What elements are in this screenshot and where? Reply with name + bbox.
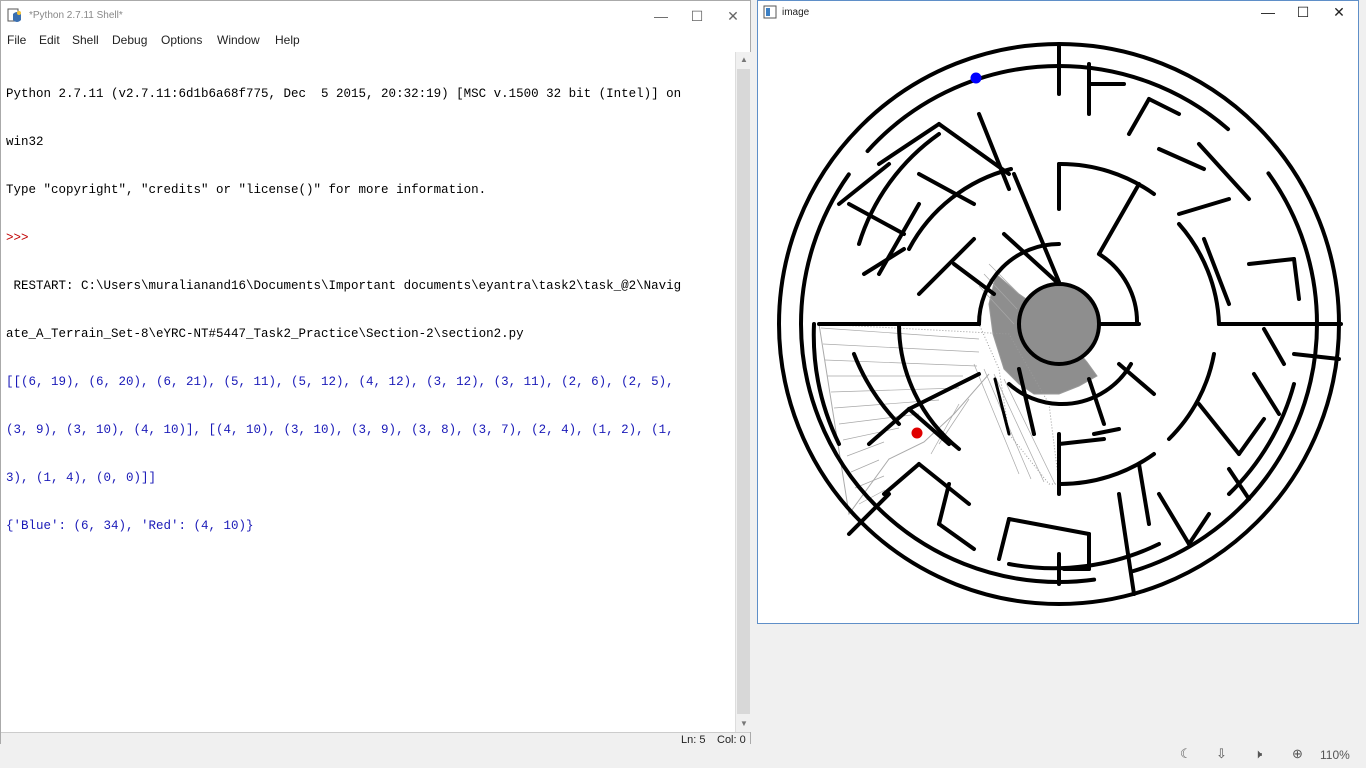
menu-options[interactable]: Options [161, 33, 202, 47]
scroll-thumb[interactable] [737, 69, 750, 714]
menu-window[interactable]: Window [217, 33, 260, 47]
output-line: (3, 9), (3, 10), (4, 10)], [(4, 10), (3,… [6, 423, 674, 437]
vertical-scrollbar[interactable]: ▲ ▼ [735, 52, 752, 732]
shell-titlebar[interactable]: *Python 2.7.11 Shell* — ☐ ✕ [1, 1, 750, 31]
output-line: win32 [6, 135, 44, 149]
close-button[interactable]: ✕ [715, 1, 751, 31]
output-line: Python 2.7.11 (v2.7.11:6d1b6a68f775, Dec… [6, 87, 682, 101]
image-close-button[interactable]: ✕ [1321, 1, 1357, 23]
blue-marker [970, 72, 982, 84]
network-icon[interactable]: ⇩ [1216, 746, 1227, 762]
menu-edit[interactable]: Edit [39, 33, 60, 47]
zoom-icon[interactable]: ⊕ [1292, 746, 1303, 762]
prompt-line: >>> [6, 231, 37, 245]
output-line: RESTART: C:\Users\muralianand16\Document… [6, 279, 682, 293]
moon-icon[interactable]: ☾ [1180, 746, 1192, 762]
maze-image [777, 42, 1343, 606]
shell-title: *Python 2.7.11 Shell* [29, 10, 123, 21]
menu-bar: File Edit Shell Debug Options Window Hel… [1, 31, 750, 51]
image-maximize-button[interactable]: ☐ [1285, 1, 1321, 23]
minimize-button[interactable]: — [643, 1, 679, 31]
output-line: ate_A_Terrain_Set-8\eYRC-NT#5447_Task2_P… [6, 327, 524, 341]
menu-file[interactable]: File [7, 33, 26, 47]
menu-help[interactable]: Help [275, 33, 300, 47]
volume-icon[interactable]: 🕨 [1254, 746, 1262, 762]
output-line: {'Blue': (6, 34), 'Red': (4, 10)} [6, 519, 254, 533]
shell-output[interactable]: Python 2.7.11 (v2.7.11:6d1b6a68f775, Dec… [1, 52, 735, 732]
python-idle-icon [7, 8, 21, 22]
window-icon [763, 5, 777, 19]
output-line: Type "copyright", "credits" or "license(… [6, 183, 487, 197]
image-titlebar[interactable]: image — ☐ ✕ [758, 1, 1358, 23]
menu-shell[interactable]: Shell [72, 33, 99, 47]
image-window[interactable]: image — ☐ ✕ [757, 0, 1359, 624]
image-title: image [782, 7, 810, 18]
image-minimize-button[interactable]: — [1250, 1, 1286, 23]
red-marker [911, 427, 923, 439]
zoom-level[interactable]: 110% [1320, 748, 1350, 762]
menu-debug[interactable]: Debug [112, 33, 147, 47]
maximize-button[interactable]: ☐ [679, 1, 715, 31]
output-line: 3), (1, 4), (0, 0)]] [6, 471, 157, 485]
taskbar: ☾ ⇩ 🕨 ⊕ 110% [0, 744, 1366, 768]
python-shell-window[interactable]: *Python 2.7.11 Shell* — ☐ ✕ File Edit Sh… [0, 0, 752, 749]
scroll-down-icon[interactable]: ▼ [736, 716, 752, 732]
scroll-up-icon[interactable]: ▲ [736, 52, 752, 68]
output-line: [[(6, 19), (6, 20), (6, 21), (5, 11), (5… [6, 375, 674, 389]
